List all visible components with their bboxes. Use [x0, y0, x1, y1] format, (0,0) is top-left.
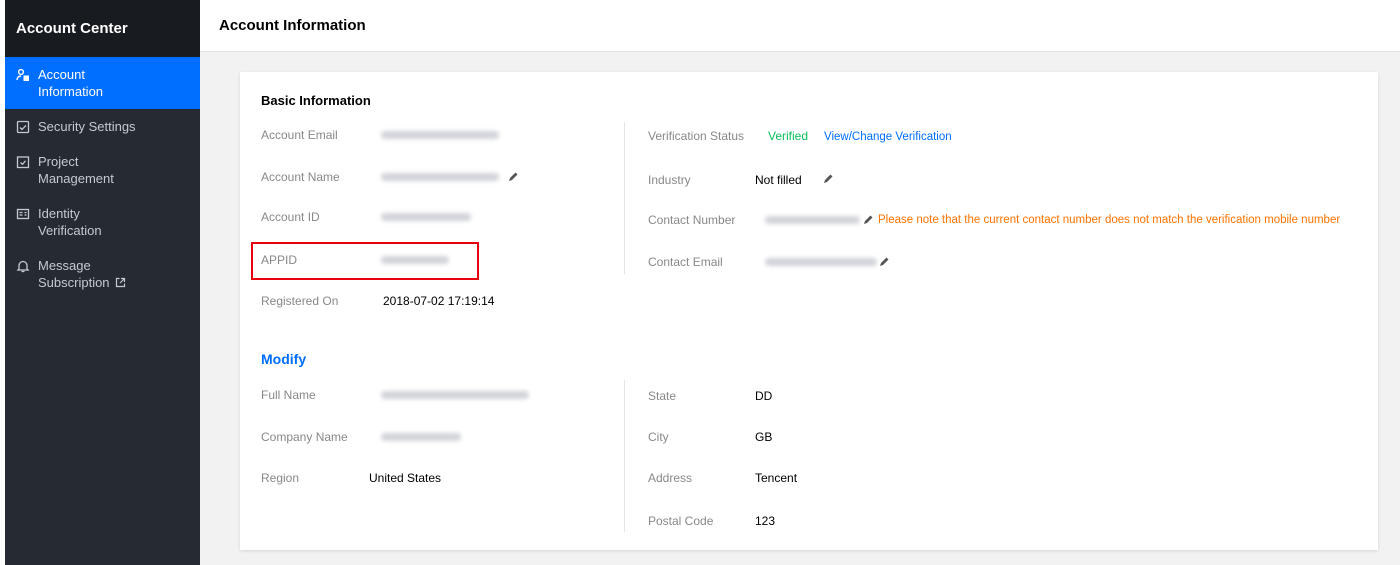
verification-status-label: Verification Status	[648, 129, 745, 143]
sidebar-item-security-settings[interactable]: Security Settings	[5, 109, 200, 144]
full-name-value-blurred	[381, 391, 529, 399]
state-value: DD	[755, 389, 773, 403]
edit-contact-email-icon[interactable]	[879, 256, 890, 267]
sidebar-item-message-subscription[interactable]: Message Subscription	[5, 248, 200, 300]
sidebar-item-identity-verification[interactable]: Identity Verification	[5, 196, 200, 248]
city-label: City	[648, 430, 669, 444]
city-value: GB	[755, 430, 773, 444]
industry-label: Industry	[648, 173, 691, 187]
address-label: Address	[648, 471, 693, 485]
industry-value: Not filled	[755, 173, 802, 187]
account-email-label: Account Email	[261, 128, 338, 142]
region-label: Region	[261, 471, 300, 485]
edit-industry-icon[interactable]	[823, 173, 834, 184]
sidebar-item-label: Identity Verification	[38, 206, 102, 238]
sidebar-item-account-information[interactable]: Account Information	[5, 57, 200, 109]
contact-email-value-blurred	[765, 258, 877, 266]
sidebar-title: Account Center	[5, 0, 200, 57]
company-name-value-blurred	[381, 433, 461, 441]
view-change-verification-link[interactable]: View/Change Verification	[824, 131, 952, 143]
column-divider	[624, 380, 625, 532]
appid-highlight-box	[251, 242, 479, 280]
registered-on-label: Registered On	[261, 294, 339, 308]
company-name-label: Company Name	[261, 430, 348, 444]
registered-on-value: 2018-07-02 17:19:14	[383, 294, 495, 308]
basic-information-title: Basic Information	[261, 93, 371, 108]
user-badge-icon	[16, 68, 30, 82]
account-name-label: Account Name	[261, 170, 340, 184]
contact-number-label: Contact Number	[648, 213, 736, 227]
account-id-value-blurred	[381, 213, 471, 221]
column-divider	[624, 122, 625, 274]
bell-icon	[16, 259, 30, 273]
shield-icon	[16, 120, 30, 134]
checkbox-folder-icon	[16, 155, 30, 169]
postal-code-value: 123	[755, 514, 776, 528]
contact-email-label: Contact Email	[648, 255, 723, 269]
id-card-icon	[16, 207, 30, 221]
full-name-label: Full Name	[261, 388, 316, 402]
contact-number-warning: Please note that the current contact num…	[878, 214, 1341, 226]
contact-number-value-blurred	[765, 216, 860, 224]
external-link-icon	[115, 277, 125, 288]
edit-contact-number-icon[interactable]	[863, 214, 874, 225]
sidebar-item-label: Message Subscription	[38, 258, 110, 290]
address-value: Tencent	[755, 471, 798, 485]
sidebar: Account Center Account Information Secur…	[5, 0, 200, 565]
state-label: State	[648, 389, 677, 403]
page-title: Account Information	[219, 17, 366, 34]
account-info-card: Basic Information Account Email Account …	[240, 72, 1378, 550]
page-header: Account Information	[200, 0, 1400, 52]
modify-title[interactable]: Modify	[261, 351, 306, 367]
sidebar-item-label: Project Management	[38, 154, 114, 186]
verification-status-badge: Verified	[768, 129, 809, 143]
region-value: United States	[369, 471, 442, 485]
postal-code-label: Postal Code	[648, 514, 714, 528]
edit-account-name-icon[interactable]	[508, 171, 519, 182]
sidebar-item-project-management[interactable]: Project Management	[5, 144, 200, 196]
account-email-value-blurred	[381, 131, 499, 139]
sidebar-item-label: Security Settings	[38, 119, 136, 134]
account-id-label: Account ID	[261, 210, 320, 224]
account-name-value-blurred	[381, 173, 499, 181]
sidebar-item-label: Account Information	[38, 67, 104, 99]
